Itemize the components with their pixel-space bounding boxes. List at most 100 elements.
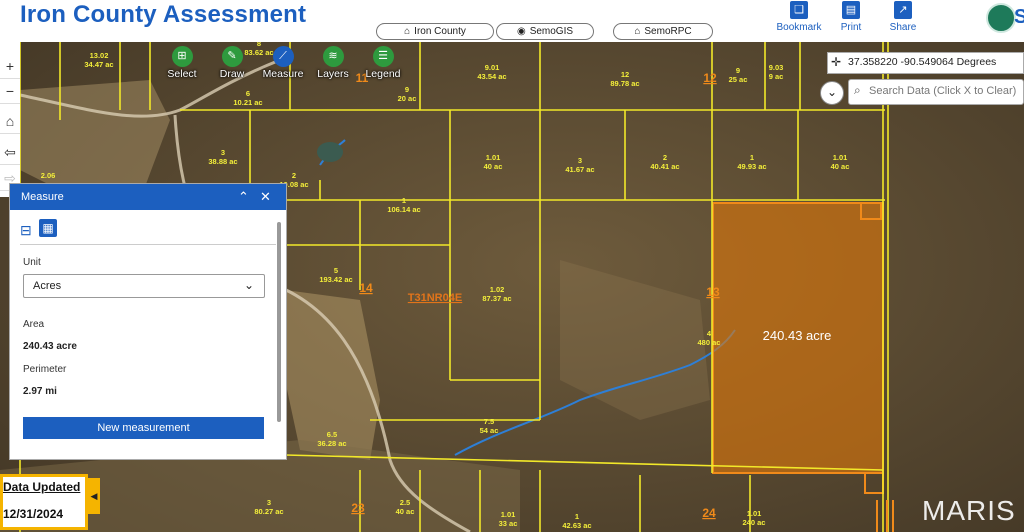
draw-tool-button[interactable]: ✎ Draw bbox=[208, 46, 256, 80]
print-button[interactable]: ▤ Print bbox=[826, 0, 876, 33]
logo-text: S bbox=[1014, 6, 1024, 28]
printer-icon: ▤ bbox=[842, 1, 860, 19]
parcel-id-label: 13.02 bbox=[90, 51, 109, 60]
parcel-id-label: 1 bbox=[750, 153, 754, 162]
measure-panel: Measure ⌃ ✕ ⊟ ▦ Unit Acres ⌄ Area 240.43… bbox=[9, 183, 287, 460]
parcel-acres-label: 54 ac bbox=[480, 426, 499, 435]
perimeter-label: Perimeter bbox=[23, 364, 67, 375]
share-icon: ↗ bbox=[894, 1, 912, 19]
parcel-acres-label: 240 ac bbox=[743, 518, 766, 527]
list-icon: ☰ bbox=[372, 46, 394, 67]
home-icon: ⌂ bbox=[404, 26, 411, 37]
parcel-acres-label: 106.14 ac bbox=[387, 205, 420, 214]
chevron-down-icon[interactable]: ⌄ bbox=[820, 81, 844, 105]
nav-pill-semorpc[interactable]: ⌂ SemoRPC bbox=[613, 23, 713, 40]
tool-label: Draw bbox=[219, 68, 245, 80]
layers-tool-button[interactable]: ≋ Layers bbox=[309, 46, 357, 80]
parcel-acres-label: 40 ac bbox=[484, 162, 503, 171]
parcel-acres-label: 38.88 ac bbox=[208, 157, 237, 166]
data-updated-box: Data Updated 12/31/2024 bbox=[0, 474, 88, 530]
divider bbox=[20, 244, 276, 245]
print-label: Print bbox=[840, 22, 862, 33]
home-icon: ⌂ bbox=[634, 26, 641, 37]
nav-pill-label: SemoRPC bbox=[644, 26, 692, 37]
parcel-acres-label: 40.41 ac bbox=[650, 162, 679, 171]
parcel-id-label: 2.5 bbox=[400, 498, 410, 507]
parcel-acres-label: 41.67 ac bbox=[565, 165, 594, 174]
parcel-id-label: 1.01 bbox=[833, 153, 848, 162]
section-label: 23 bbox=[351, 501, 365, 515]
zoom-in-button[interactable]: + bbox=[0, 54, 20, 79]
map-pond bbox=[317, 142, 343, 162]
data-updated-date: 12/31/2024 bbox=[3, 507, 64, 521]
legend-tool-button[interactable]: ☰ Legend bbox=[359, 46, 407, 80]
select-icon: ⊞ bbox=[171, 46, 193, 67]
parcel-id-label: 9 bbox=[736, 66, 740, 75]
parcel-id-label: 5 bbox=[334, 266, 338, 275]
parcel-acres-label: 40 ac bbox=[831, 162, 850, 171]
tool-label: Measure bbox=[262, 68, 304, 80]
nav-pill-semogis[interactable]: ◉ SemoGIS bbox=[496, 23, 594, 40]
parcel-id-label: 3 bbox=[267, 498, 271, 507]
section-label: 13 bbox=[706, 285, 720, 299]
section-label: 14 bbox=[359, 281, 373, 295]
panel-scrollbar[interactable] bbox=[277, 222, 281, 422]
parcel-id-label: 1.01 bbox=[747, 509, 762, 518]
section-label: 12 bbox=[703, 71, 717, 85]
parcel-acres-label: 10.21 ac bbox=[233, 98, 262, 107]
parcel-id-label: 1 bbox=[575, 512, 579, 521]
unit-label: Unit bbox=[23, 257, 41, 268]
parcel-acres-label: 25 ac bbox=[729, 75, 748, 84]
bookmark-icon: ❑ bbox=[790, 1, 808, 19]
crosshair-icon[interactable]: ✛ bbox=[831, 55, 841, 69]
map-pin-icon: ◉ bbox=[516, 26, 526, 37]
area-value: 240.43 acre bbox=[23, 341, 77, 352]
section-label: 24 bbox=[702, 506, 716, 520]
parcel-acres-label: 193.42 ac bbox=[319, 275, 352, 284]
nav-pill-iron-county[interactable]: ⌂ Iron County bbox=[376, 23, 494, 40]
parcel-id-label: 9.03 bbox=[769, 63, 784, 72]
parcel-id-label: 9.01 bbox=[485, 63, 500, 72]
parcel-id-label: 6 bbox=[246, 89, 250, 98]
collapse-icon[interactable]: ⌃ bbox=[238, 184, 249, 210]
close-icon[interactable]: ✕ bbox=[260, 184, 271, 210]
ruler-icon: ⟋ bbox=[272, 46, 294, 67]
home-extent-button[interactable]: ⌂ bbox=[0, 109, 20, 134]
measure-tool-button[interactable]: ⟋ Measure bbox=[259, 46, 307, 80]
new-measurement-button[interactable]: New measurement bbox=[23, 417, 264, 439]
parcel-acres-label: 42.63 ac bbox=[562, 521, 591, 530]
parcel-id-label: 1.02 bbox=[490, 285, 505, 294]
unit-value: Acres bbox=[33, 280, 62, 292]
collapse-arrow-icon[interactable]: ◀ bbox=[88, 478, 100, 514]
parcel-id-label: 2 bbox=[663, 153, 667, 162]
search-input[interactable]: ⌕ Search Data (Click X to Clear) bbox=[848, 79, 1024, 105]
share-button[interactable]: ↗ Share bbox=[878, 0, 928, 33]
search-placeholder: Search Data (Click X to Clear) bbox=[869, 85, 1017, 97]
parcel-id-label: 1.01 bbox=[501, 510, 516, 519]
share-label: Share bbox=[889, 22, 917, 33]
coordinate-text: 37.358220 -90.549064 Degrees bbox=[848, 56, 997, 68]
parcel-id-label: 6.5 bbox=[327, 430, 337, 439]
maris-watermark: MARIS bbox=[922, 495, 1016, 526]
app-header: Iron County Assessment ⌂ Iron County ◉ Sem… bbox=[0, 0, 1024, 42]
app-title: Iron County Assessment bbox=[20, 1, 307, 28]
nav-pill-label: Iron County bbox=[414, 26, 466, 37]
layers-icon: ≋ bbox=[322, 46, 344, 67]
parcel-acres-label: 49.93 ac bbox=[737, 162, 766, 171]
area-mode-icon[interactable]: ▦ bbox=[39, 219, 57, 237]
chevron-down-icon: ⌄ bbox=[243, 278, 254, 292]
zoom-out-button[interactable]: − bbox=[0, 79, 20, 104]
search-icon: ⌕ bbox=[854, 83, 861, 97]
distance-mode-icon[interactable]: ⊟ bbox=[20, 222, 32, 239]
parcel-acres-label: 480 ac bbox=[698, 338, 721, 347]
bookmark-button[interactable]: ❑ Bookmark bbox=[774, 0, 824, 33]
unit-select[interactable]: Acres ⌄ bbox=[23, 274, 265, 298]
parcel-acres-label: 36.28 ac bbox=[317, 439, 346, 448]
tool-label: Layers bbox=[317, 68, 349, 80]
parcel-acres-label: 40 ac bbox=[396, 507, 415, 516]
misc-label: 2.06 bbox=[41, 171, 56, 180]
parcel-id-label: 12 bbox=[621, 70, 629, 79]
select-tool-button[interactable]: ⊞ Select bbox=[158, 46, 206, 80]
parcel-acres-label: 9 ac bbox=[769, 72, 784, 81]
previous-extent-button[interactable]: ⇦ bbox=[0, 140, 20, 165]
